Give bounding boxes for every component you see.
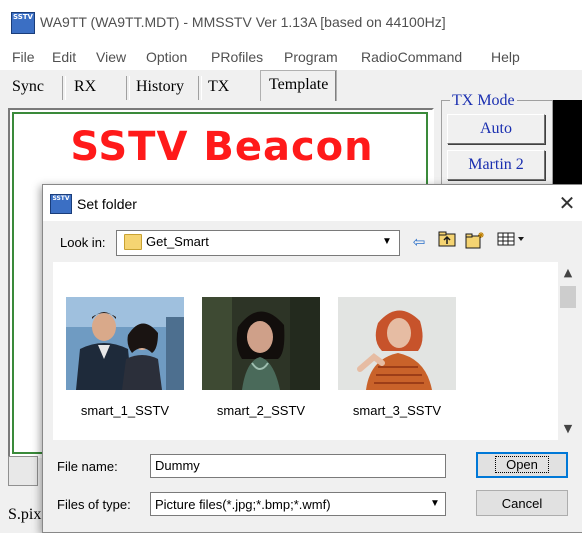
up-folder-icon[interactable] [436, 231, 458, 253]
menu-radiocommand[interactable]: RadioCommand [361, 49, 462, 65]
scroll-up-icon[interactable]: ▲ [558, 264, 578, 282]
tab-separator [126, 76, 130, 100]
open-button[interactable]: Open [476, 452, 568, 478]
scroll-down-icon[interactable]: ▼ [558, 420, 578, 438]
menu-file[interactable]: File [12, 49, 35, 65]
bottom-toolbar-button[interactable] [8, 456, 38, 486]
close-icon[interactable]: ✕ [556, 192, 578, 214]
tab-sync[interactable]: Sync [8, 74, 48, 100]
spix-label: S.pix [8, 506, 42, 523]
chevron-down-icon[interactable]: ▼ [378, 232, 396, 252]
scroll-thumb[interactable] [560, 286, 576, 308]
menu-bar: File Edit View Option PRofiles Program R… [0, 44, 582, 70]
tx-mode-auto-button[interactable]: Auto [447, 114, 545, 144]
file-name-label: smart_3_SSTV [352, 403, 442, 418]
dialog-icon-text: SSTV [52, 195, 70, 202]
look-in-value: Get_Smart [146, 234, 209, 249]
window-title: WA9TT (WA9TT.MDT) - MMSSTV Ver 1.13A [ba… [40, 14, 446, 30]
file-name-input[interactable] [150, 454, 446, 478]
tab-separator [198, 76, 202, 100]
cancel-button[interactable]: Cancel [476, 490, 568, 516]
chevron-down-icon[interactable]: ▼ [426, 494, 444, 514]
thumbnail-smart-1[interactable] [66, 297, 184, 390]
menu-profiles[interactable]: PRofiles [211, 49, 263, 65]
menu-edit[interactable]: Edit [52, 49, 76, 65]
menu-program[interactable]: Program [284, 49, 338, 65]
tx-mode-martin2-button[interactable]: Martin 2 [447, 150, 545, 180]
new-folder-icon[interactable] [464, 231, 486, 253]
tab-template[interactable]: Template [260, 70, 338, 101]
back-arrow-icon[interactable]: ⇦ [408, 231, 430, 253]
file-type-label: Files of type: [57, 497, 131, 512]
menu-view[interactable]: View [96, 49, 126, 65]
app-icon[interactable]: SSTV [11, 12, 35, 34]
app-icon-text: SSTV [13, 13, 33, 21]
dialog-title: Set folder [77, 196, 137, 212]
menu-option[interactable]: Option [146, 49, 187, 65]
view-menu-icon[interactable] [494, 231, 530, 253]
menu-help[interactable]: Help [491, 49, 520, 65]
look-in-label: Look in: [60, 235, 106, 250]
open-button-label: Open [495, 456, 549, 473]
tab-separator [62, 76, 66, 100]
file-name-label: smart_1_SSTV [80, 403, 170, 418]
folder-icon [124, 234, 142, 250]
file-name-field-label: File name: [57, 459, 118, 474]
dialog-app-icon: SSTV [50, 194, 72, 214]
thumbnail-smart-3[interactable] [338, 297, 456, 390]
tab-history[interactable]: History [132, 74, 188, 100]
tab-rx[interactable]: RX [70, 74, 100, 100]
tx-mode-label: TX Mode [450, 92, 517, 110]
beacon-text: SSTV Beacon [70, 124, 374, 170]
thumbnail-smart-2[interactable] [202, 297, 320, 390]
file-type-value: Picture files(*.jpg;*.bmp;*.wmf) [155, 497, 331, 512]
file-name-label: smart_2_SSTV [216, 403, 306, 418]
tab-tx[interactable]: TX [204, 74, 233, 100]
